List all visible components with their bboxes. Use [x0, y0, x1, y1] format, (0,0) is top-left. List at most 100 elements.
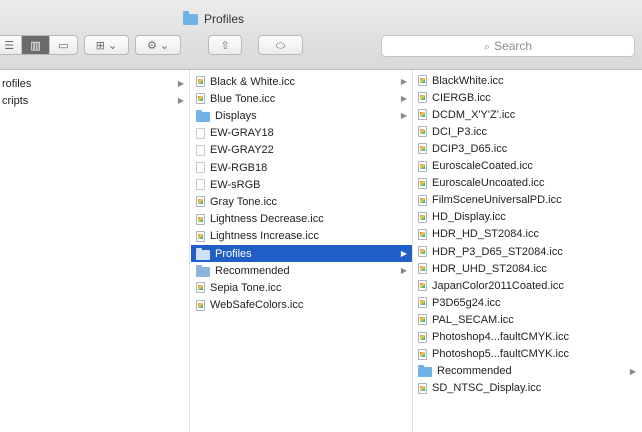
list-item[interactable]: Photoshop4...faultCMYK.icc: [414, 329, 642, 346]
list-item[interactable]: HDR_UHD_ST2084.icc: [414, 260, 642, 277]
document-icon: [196, 179, 205, 191]
list-item[interactable]: Recommended ▶: [191, 262, 412, 279]
icc-profile-icon: [418, 126, 427, 138]
icc-profile-icon: [418, 177, 427, 189]
icc-profile-icon: [418, 109, 427, 121]
share-icon: ⇧: [220, 38, 230, 52]
list-item-label: rofiles: [2, 77, 32, 90]
list-item-label: P3D65g24.icc: [432, 296, 501, 309]
list-item[interactable]: FilmSceneUniversalPD.icc: [414, 192, 642, 209]
list-item[interactable]: EW-RGB18: [191, 159, 412, 176]
action-inner[interactable]: ⚙ ⌄: [136, 36, 180, 54]
disclosure-arrow-icon: ▶: [400, 266, 407, 276]
list-item[interactable]: EW-sRGB: [191, 176, 412, 193]
list-item-label: DCI_P3.icc: [432, 125, 488, 138]
list-item[interactable]: HDR_P3_D65_ST2084.icc: [414, 243, 642, 260]
list-item-label: HDR_UHD_ST2084.icc: [432, 262, 547, 275]
list-item[interactable]: Black & White.icc ▶: [191, 73, 412, 90]
icc-profile-icon: [196, 282, 205, 294]
window-titlebar: Profiles ☰ ▥ ▭ ⊞ ⌄ ⚙ ⌄ ⇧ ⬭ ⌕ Search: [0, 0, 642, 70]
list-view-button[interactable]: ☰: [0, 36, 23, 54]
list-item-label: DCDM_X'Y'Z'.icc: [432, 108, 516, 121]
column-1[interactable]: rofiles ▶ cripts ▶: [0, 70, 190, 432]
icc-profile-icon: [196, 213, 205, 225]
list-item[interactable]: cripts ▶: [0, 92, 189, 109]
disclosure-arrow-icon: ▶: [400, 111, 407, 121]
list-item[interactable]: Lightness Decrease.icc: [191, 211, 412, 228]
list-item-label: HDR_P3_D65_ST2084.icc: [432, 245, 563, 258]
view-mode-segmented-control[interactable]: ☰ ▥ ▭: [0, 35, 78, 55]
list-item[interactable]: Lightness Increase.icc: [191, 228, 412, 245]
column-3[interactable]: BlackWhite.icc CIERGB.icc DCDM_X'Y'Z'.icc D…: [414, 70, 642, 432]
document-icon: [196, 144, 205, 156]
disclosure-arrow-icon: ▶: [177, 79, 184, 88]
list-item-label: cripts: [2, 94, 29, 107]
list-item-label: WebSafeColors.icc: [210, 299, 304, 312]
list-item-label: Photoshop4...faultCMYK.icc: [432, 331, 569, 343]
folder-icon: [196, 247, 210, 260]
icc-profile-icon: [418, 228, 427, 240]
list-item[interactable]: rofiles ▶: [0, 75, 189, 92]
list-item[interactable]: DCIP3_D65.icc: [414, 140, 642, 157]
list-item[interactable]: EW-GRAY18: [191, 125, 412, 142]
list-item-label: EW-GRAY22: [210, 144, 274, 157]
list-item[interactable]: SD_NTSC_Display.icc: [414, 380, 642, 397]
list-item[interactable]: WebSafeColors.icc: [191, 297, 412, 314]
list-item[interactable]: CIERGB.icc: [414, 89, 642, 106]
list-item[interactable]: Gray Tone.icc: [191, 193, 412, 210]
list-item-label: JapanColor2011Coated.icc: [432, 279, 564, 292]
chevron-down-icon: ⌄: [108, 38, 118, 52]
search-field[interactable]: ⌕ Search: [381, 35, 635, 57]
icc-profile-icon: [418, 143, 427, 155]
folder-icon: [196, 109, 210, 122]
icc-profile-icon: [418, 160, 427, 172]
icc-profile-icon: [196, 299, 205, 311]
list-item[interactable]: HD_Display.icc: [414, 209, 642, 226]
list-item[interactable]: JapanColor2011Coated.icc: [414, 277, 642, 294]
search-icon: ⌕: [483, 39, 491, 53]
list-view-icon: ☰: [4, 38, 15, 52]
icc-profile-icon: [196, 196, 205, 208]
list-item[interactable]: HDR_HD_ST2084.icc: [414, 226, 642, 243]
list-item-label: Photoshop5...faultCMYK.icc: [432, 348, 569, 361]
icc-profile-icon: [196, 230, 205, 242]
list-item[interactable]: DCI_P3.icc: [414, 123, 642, 140]
list-item[interactable]: P3D65g24.icc: [414, 294, 642, 311]
icc-profile-icon: [196, 76, 205, 87]
icc-profile-icon: [418, 382, 427, 394]
column-2[interactable]: Black & White.icc ▶ Blue Tone.icc ▶ Displays…: [191, 70, 413, 432]
list-item[interactable]: PAL_SECAM.icc: [414, 311, 642, 328]
icc-profile-icon: [418, 194, 427, 206]
list-item[interactable]: Displays ▶: [191, 107, 412, 124]
disclosure-arrow-icon: ▶: [400, 249, 407, 258]
list-item[interactable]: EuroscaleCoated.icc: [414, 158, 642, 175]
list-item[interactable]: Profiles ▶: [191, 245, 412, 262]
list-item[interactable]: EW-GRAY22: [191, 142, 412, 159]
list-item-label: EW-sRGB: [210, 178, 261, 191]
list-item[interactable]: Blue Tone.icc ▶: [191, 90, 412, 107]
icc-profile-icon: [196, 93, 205, 105]
list-item[interactable]: EuroscaleUncoated.icc: [414, 175, 642, 192]
columns-view-button[interactable]: ▥: [22, 36, 50, 54]
list-item[interactable]: Sepia Tone.icc: [191, 279, 412, 296]
list-item-label: EW-RGB18: [210, 161, 268, 174]
group-by-inner[interactable]: ⊞ ⌄: [85, 36, 128, 54]
list-item[interactable]: DCDM_X'Y'Z'.icc: [414, 106, 642, 123]
icc-profile-icon: [418, 246, 427, 257]
search-placeholder: Search: [494, 39, 533, 53]
share-button[interactable]: ⇧: [208, 35, 242, 55]
list-item[interactable]: Photoshop5...faultCMYK.icc: [414, 346, 642, 363]
list-item[interactable]: Recommended ▶: [414, 363, 642, 380]
share-inner[interactable]: ⇧: [209, 36, 241, 54]
action-button[interactable]: ⚙ ⌄: [135, 35, 181, 55]
cover-flow-view-button[interactable]: ▭: [50, 36, 77, 54]
tags-button[interactable]: ⬭: [258, 35, 303, 55]
icc-profile-icon: [418, 75, 427, 86]
list-item[interactable]: BlackWhite.icc: [414, 72, 642, 89]
list-item-label: Lightness Decrease.icc: [210, 213, 324, 226]
list-item-label: BlackWhite.icc: [432, 74, 504, 87]
group-by-button[interactable]: ⊞ ⌄: [84, 35, 129, 55]
tags-inner[interactable]: ⬭: [259, 36, 302, 54]
disclosure-arrow-icon: ▶: [629, 366, 636, 376]
list-item-label: Recommended: [437, 365, 512, 378]
